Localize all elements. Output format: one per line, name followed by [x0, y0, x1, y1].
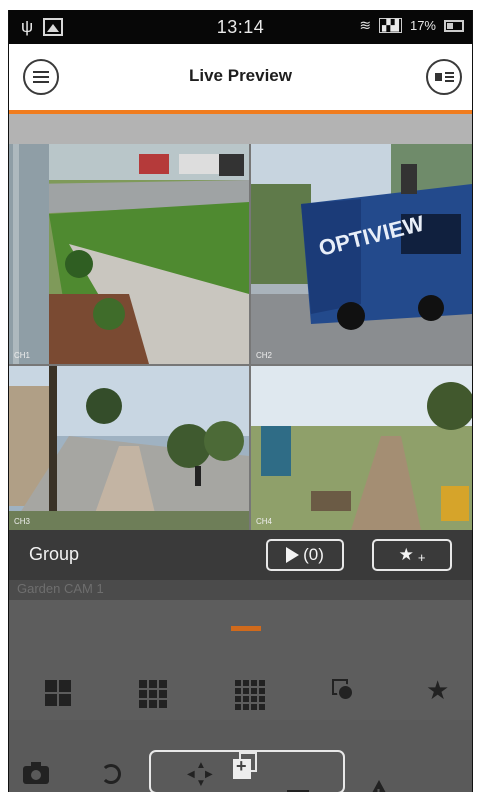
- camera-channel-label: CH2: [256, 351, 273, 360]
- preview-top-strip: [9, 114, 472, 144]
- phone-screen: ψ 13:14 ≋ ▞▟ 17% Live Preview CH1 OPTIVI…: [8, 10, 473, 792]
- camera-feed-4: [251, 366, 472, 530]
- add-view-button[interactable]: ▲ ▼ ◀ ▶: [149, 750, 345, 792]
- ptz-icon[interactable]: ▲ ▼ ◀ ▶: [187, 760, 213, 789]
- channel-list-icon-line: [445, 80, 454, 82]
- background-camera-label: Garden CAM 1: [9, 580, 472, 600]
- signal-icon: ▞▟: [379, 18, 402, 33]
- camera-channel-label: CH1: [14, 351, 31, 360]
- camera-feed-3: [9, 366, 249, 530]
- group-bar: Group (0) ★ +: [9, 530, 472, 580]
- camera-channel-label: CH4: [256, 517, 273, 526]
- group-label[interactable]: Group: [29, 544, 79, 565]
- panel-drag-handle[interactable]: [231, 626, 261, 631]
- grid-9-icon[interactable]: [139, 680, 167, 708]
- play-count: (0): [303, 545, 324, 564]
- channel-list-icon-line: [445, 76, 454, 78]
- app-header: Live Preview: [9, 44, 472, 114]
- status-bar: ψ 13:14 ≋ ▞▟ 17%: [9, 10, 472, 44]
- battery-percent: 17%: [409, 18, 436, 33]
- bottom-toolbar: ▲ ▼ ◀ ▶: [9, 720, 472, 792]
- grid-4-icon[interactable]: [45, 680, 71, 706]
- camera-tile-3[interactable]: CH3: [9, 366, 249, 530]
- add-favorite-button[interactable]: ★ +: [372, 539, 452, 571]
- image-icon[interactable]: [287, 790, 309, 792]
- page-title: Live Preview: [188, 66, 292, 85]
- add-copy-icon: [231, 752, 259, 780]
- wifi-icon: ≋: [359, 17, 372, 33]
- battery-icon: [444, 19, 464, 32]
- play-icon: [286, 547, 300, 563]
- grid-16-icon[interactable]: [235, 680, 265, 710]
- channel-list-icon-line: [445, 72, 454, 74]
- camera-tile-2[interactable]: OPTIVIEW CH2: [251, 144, 472, 364]
- camera-tile-4[interactable]: CH4: [251, 366, 472, 530]
- playback-icon[interactable]: [101, 764, 121, 784]
- channel-list-icon: [435, 73, 442, 81]
- layout-panel: ★: [9, 600, 472, 720]
- favorite-plus: +: [417, 549, 426, 565]
- sequence-icon[interactable]: [332, 679, 354, 701]
- star-add-icon: ★: [398, 545, 414, 564]
- camera-tile-1[interactable]: CH1: [9, 144, 249, 364]
- camera-feed-1: [9, 144, 249, 364]
- camera-channel-label: CH3: [14, 517, 31, 526]
- group-play-button[interactable]: (0): [266, 539, 344, 571]
- camera-grid: CH1 OPTIVIEW CH2 CH3 CH4: [9, 144, 472, 530]
- background-camera-name: Garden CAM 1: [17, 581, 104, 596]
- favorite-star-icon[interactable]: ★: [426, 677, 449, 703]
- channel-list-button[interactable]: [426, 59, 462, 95]
- alarm-icon[interactable]: [365, 780, 393, 792]
- snapshot-icon[interactable]: [23, 762, 49, 784]
- camera-feed-2: OPTIVIEW: [251, 144, 472, 364]
